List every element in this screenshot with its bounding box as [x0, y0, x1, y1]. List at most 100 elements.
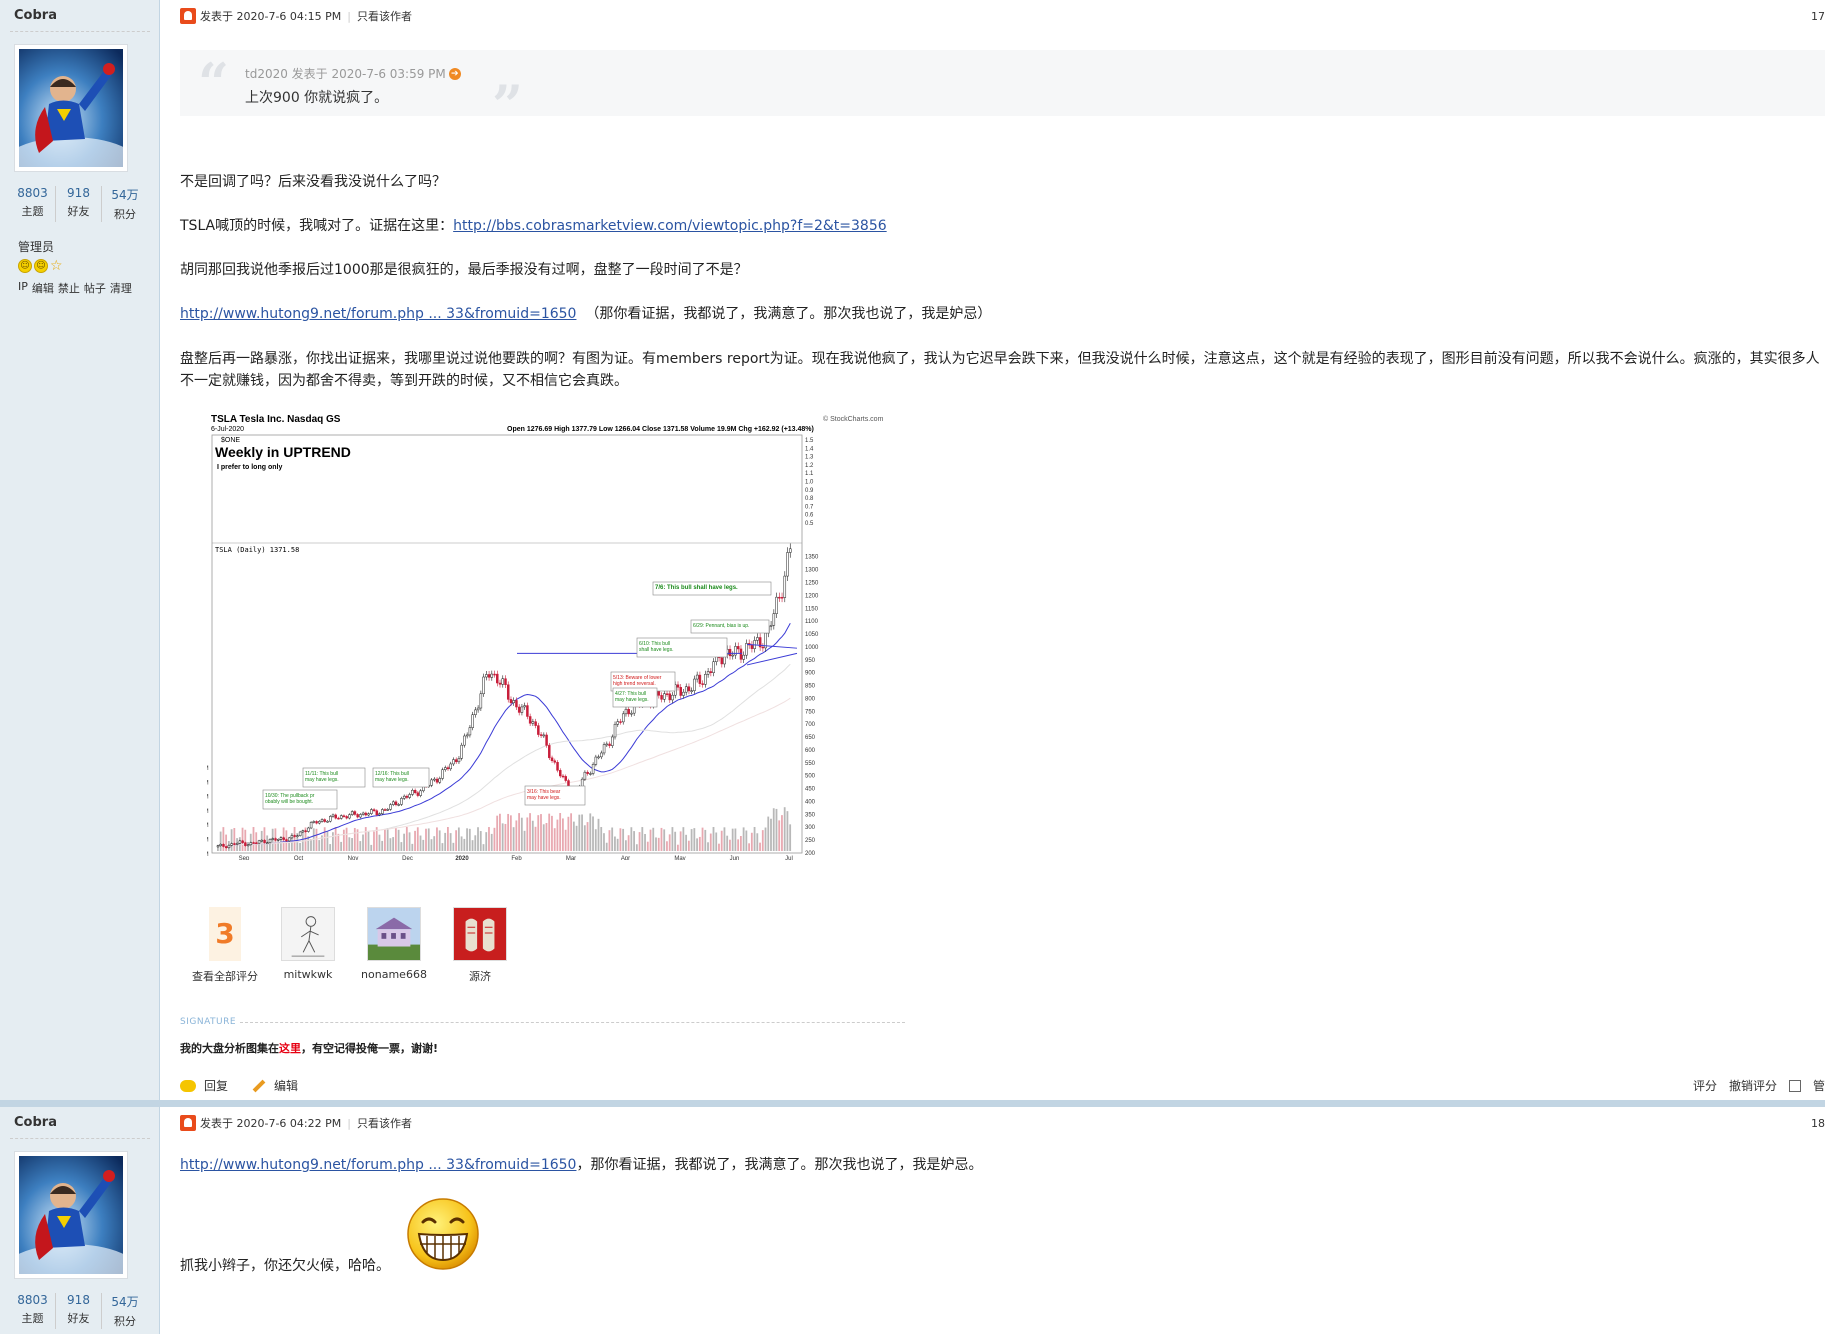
author-name[interactable]: Cobra — [14, 1115, 57, 1130]
edit-button[interactable]: 编辑 — [274, 1077, 298, 1094]
author-name[interactable]: Cobra — [14, 8, 57, 23]
volume-bar — [315, 828, 318, 851]
candle-body — [668, 693, 672, 701]
volume-bar — [630, 827, 633, 851]
candle-body — [282, 837, 285, 840]
volume-bar — [723, 827, 726, 851]
avatar[interactable] — [14, 44, 128, 172]
candle-body — [616, 721, 620, 725]
candle-body — [318, 821, 321, 824]
only-author-link[interactable]: 只看该作者 — [357, 1115, 412, 1131]
floor-number[interactable]: 18 — [1811, 1117, 1825, 1130]
quote-author: td2020 发表于 2020-7-6 03:59 PM ➔ — [245, 65, 461, 82]
volume-bar — [729, 839, 731, 851]
stat-points[interactable]: 54万 积分 — [102, 186, 148, 222]
stat-topics[interactable]: 8803 主题 — [10, 1293, 56, 1329]
evidence-link[interactable]: http://bbs.cobrasmarketview.com/viewtopi… — [453, 218, 887, 234]
stat-topics[interactable]: 8803 主题 — [10, 186, 56, 222]
admin-edit-link[interactable]: 编辑 — [32, 280, 54, 296]
candle-body — [474, 709, 477, 715]
volume-bar — [578, 814, 581, 851]
candle-body — [389, 804, 392, 810]
candle-body — [241, 840, 244, 843]
rater[interactable]: mitwkwk — [265, 907, 351, 984]
rater-name[interactable]: mitwkwk — [265, 968, 351, 981]
candle-body — [498, 682, 502, 685]
candle-body — [444, 767, 447, 770]
paragraph-text: TSLA喊顶的时候，我喊对了。证据在这里： — [180, 218, 454, 234]
volume-bar — [326, 830, 329, 851]
rater[interactable]: 源济 — [437, 907, 523, 984]
view-all-ratings-link[interactable]: 查看全部评分 — [185, 968, 265, 984]
volume-bar — [348, 837, 351, 851]
rate-button[interactable]: 评分 — [1693, 1077, 1717, 1094]
stat-points[interactable]: 54万 积分 — [102, 1293, 148, 1329]
reply-icon[interactable] — [180, 1079, 196, 1092]
admin-ban-link[interactable]: 禁止 — [58, 280, 80, 296]
candle-body — [769, 624, 773, 627]
volume-bar — [359, 841, 362, 851]
candle-body — [509, 699, 513, 704]
volume-bar — [718, 843, 720, 851]
hutong-link[interactable]: http://www.hutong9.net/forum.php ... 33&… — [180, 306, 576, 322]
manage-checkbox[interactable] — [1788, 1079, 1801, 1092]
candle-body — [383, 809, 387, 811]
volume-bar — [622, 828, 625, 851]
floor-number[interactable]: 17 — [1811, 10, 1825, 23]
volume-bar — [342, 829, 345, 851]
avatar[interactable] — [14, 1151, 128, 1279]
chart-date: 6-Jul-2020 — [211, 426, 244, 433]
edit-icon[interactable] — [252, 1079, 266, 1092]
volume-bar — [337, 833, 340, 851]
medals: ☺ ☺ ☆ — [18, 259, 64, 273]
admin-ip-link[interactable]: IP — [18, 280, 28, 296]
candle-body — [312, 821, 316, 823]
rater-name[interactable]: noname668 — [351, 968, 437, 981]
rater[interactable]: noname668 — [351, 907, 437, 984]
candle-body — [334, 814, 337, 819]
candle-body — [556, 762, 559, 771]
volume-bar — [772, 808, 775, 851]
candle-body — [698, 674, 702, 684]
only-author-link[interactable]: 只看该作者 — [357, 8, 412, 24]
upper-axis-label: 1.2 — [805, 463, 814, 469]
stat-value: 8803 — [17, 186, 48, 200]
volume-bar — [583, 825, 586, 851]
candle-body — [526, 705, 529, 717]
rater-name[interactable]: 源济 — [437, 968, 523, 984]
volume-bar — [529, 813, 531, 851]
price-axis-label: 700 — [805, 722, 816, 728]
manage-label[interactable]: 管 — [1813, 1077, 1825, 1094]
x-axis: Sep Oct Nov Dec 2020 Feb Mar Apr May Jun Jul — [239, 856, 793, 862]
candle-body — [583, 771, 587, 780]
unrate-button[interactable]: 撤销评分 — [1729, 1077, 1777, 1094]
candle-body — [274, 838, 277, 841]
candle-body — [460, 744, 463, 759]
volume-bar — [685, 834, 688, 851]
goto-post-icon[interactable]: ➔ — [448, 67, 461, 80]
stat-friends[interactable]: 918 好友 — [56, 186, 102, 222]
admin-posts-link[interactable]: 帖子 — [84, 280, 106, 296]
stat-friends[interactable]: 918 好友 — [56, 1293, 102, 1329]
divider — [10, 1138, 150, 1139]
x-axis-label: Dec — [402, 856, 413, 860]
volume-bar — [778, 820, 781, 851]
volume-axis-label: 20M — [207, 838, 209, 844]
candle-body — [736, 646, 740, 650]
reply-button[interactable]: 回复 — [204, 1077, 228, 1094]
candle-body — [400, 798, 403, 805]
signature-link[interactable]: 这里 — [279, 1042, 301, 1055]
hutong-link[interactable]: http://www.hutong9.net/forum.php ... 33&… — [180, 1157, 576, 1173]
paragraph-text: （那你看证据，我都说了，我满意了。那次我也说了，我是妒忌） — [585, 306, 992, 322]
volume-bar — [619, 828, 622, 851]
volume-bar — [545, 823, 548, 851]
volume-bar — [534, 826, 537, 851]
price-axis-label: 400 — [805, 799, 816, 805]
rating-count[interactable]: 3 查看全部评分 — [185, 907, 265, 984]
volume-bar — [463, 838, 466, 851]
volume-bar — [748, 843, 750, 851]
candle-body — [307, 827, 310, 832]
stock-chart[interactable]: TSLA Tesla Inc. Nasdaq GS 6-Jul-2020 © S… — [197, 410, 897, 862]
admin-clean-link[interactable]: 清理 — [110, 280, 132, 296]
candle-body — [249, 842, 253, 845]
